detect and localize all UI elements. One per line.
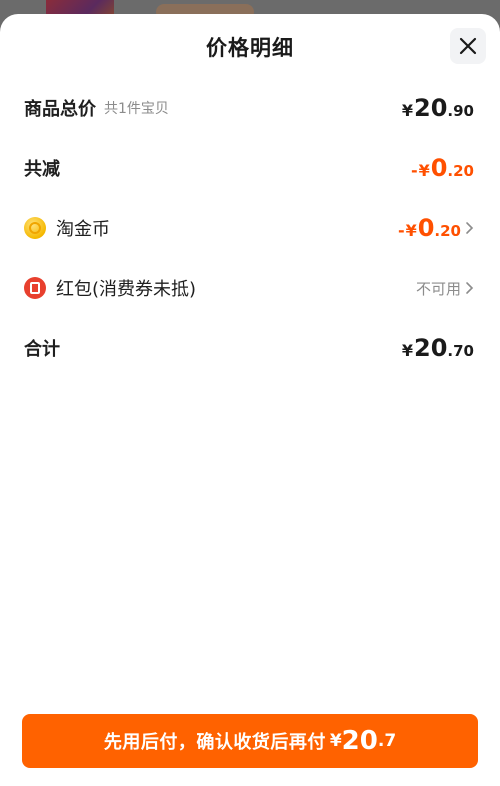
pay-button-text: 先用后付，确认收货后再付 — [103, 732, 326, 753]
amount-integer: 20 — [414, 334, 448, 362]
redpacket-status: 不可用 — [415, 279, 461, 298]
amount-integer: 20 — [341, 726, 378, 756]
amount-integer: 0 — [417, 214, 435, 242]
amount-decimal: .70 — [447, 342, 474, 360]
minus-sign: - — [410, 161, 418, 180]
amount-decimal: .90 — [447, 102, 474, 120]
coins-label: 淘金币 — [56, 219, 110, 240]
total-label: 合计 — [24, 339, 60, 360]
price-detail-sheet: 价格明细 商品总价 共1件宝贝 ¥ 20 .90 共减 - ¥ 0 .20 淘金… — [0, 14, 500, 786]
close-button[interactable] — [450, 28, 486, 64]
coins-row[interactable]: 淘金币 - ¥ 0 .20 — [24, 208, 474, 248]
redpacket-row[interactable]: 红包(消费券未抵) 不可用 — [24, 268, 474, 308]
currency-symbol: ¥ — [401, 341, 414, 360]
total-amount: ¥ 20 .70 — [402, 334, 474, 362]
currency-symbol: ¥ — [418, 161, 430, 180]
redpacket-label: 红包(消费券未抵) — [56, 279, 197, 300]
coins-amount: - ¥ 0 .20 — [398, 214, 461, 242]
currency-symbol: ¥ — [401, 101, 414, 120]
amount-decimal: .20 — [434, 222, 461, 240]
amount-decimal: .7 — [377, 731, 397, 751]
coin-icon — [24, 217, 46, 239]
amount-decimal: .20 — [447, 162, 474, 180]
chevron-right-icon — [465, 281, 474, 295]
subtotal-row: 商品总价 共1件宝贝 ¥ 20 .90 — [24, 88, 474, 128]
amount-integer: 0 — [430, 154, 448, 182]
pay-later-button[interactable]: 先用后付，确认收货后再付 ¥ 20 .7 — [22, 714, 478, 768]
item-count: 共1件宝贝 — [104, 101, 169, 117]
sheet-title: 价格明细 — [206, 36, 294, 60]
close-icon — [459, 37, 477, 55]
minus-sign: - — [397, 221, 405, 240]
currency-symbol: ¥ — [329, 731, 342, 751]
chevron-right-icon — [465, 221, 474, 235]
subtotal-label: 商品总价 — [24, 99, 96, 120]
discount-row: 共减 - ¥ 0 .20 — [24, 148, 474, 188]
red-packet-icon — [24, 277, 46, 299]
discount-label: 共减 — [24, 159, 60, 180]
discount-amount: - ¥ 0 .20 — [411, 154, 474, 182]
total-row: 合计 ¥ 20 .70 — [24, 328, 474, 368]
subtotal-amount: ¥ 20 .90 — [402, 94, 474, 122]
currency-symbol: ¥ — [405, 221, 417, 240]
amount-integer: 20 — [414, 94, 448, 122]
